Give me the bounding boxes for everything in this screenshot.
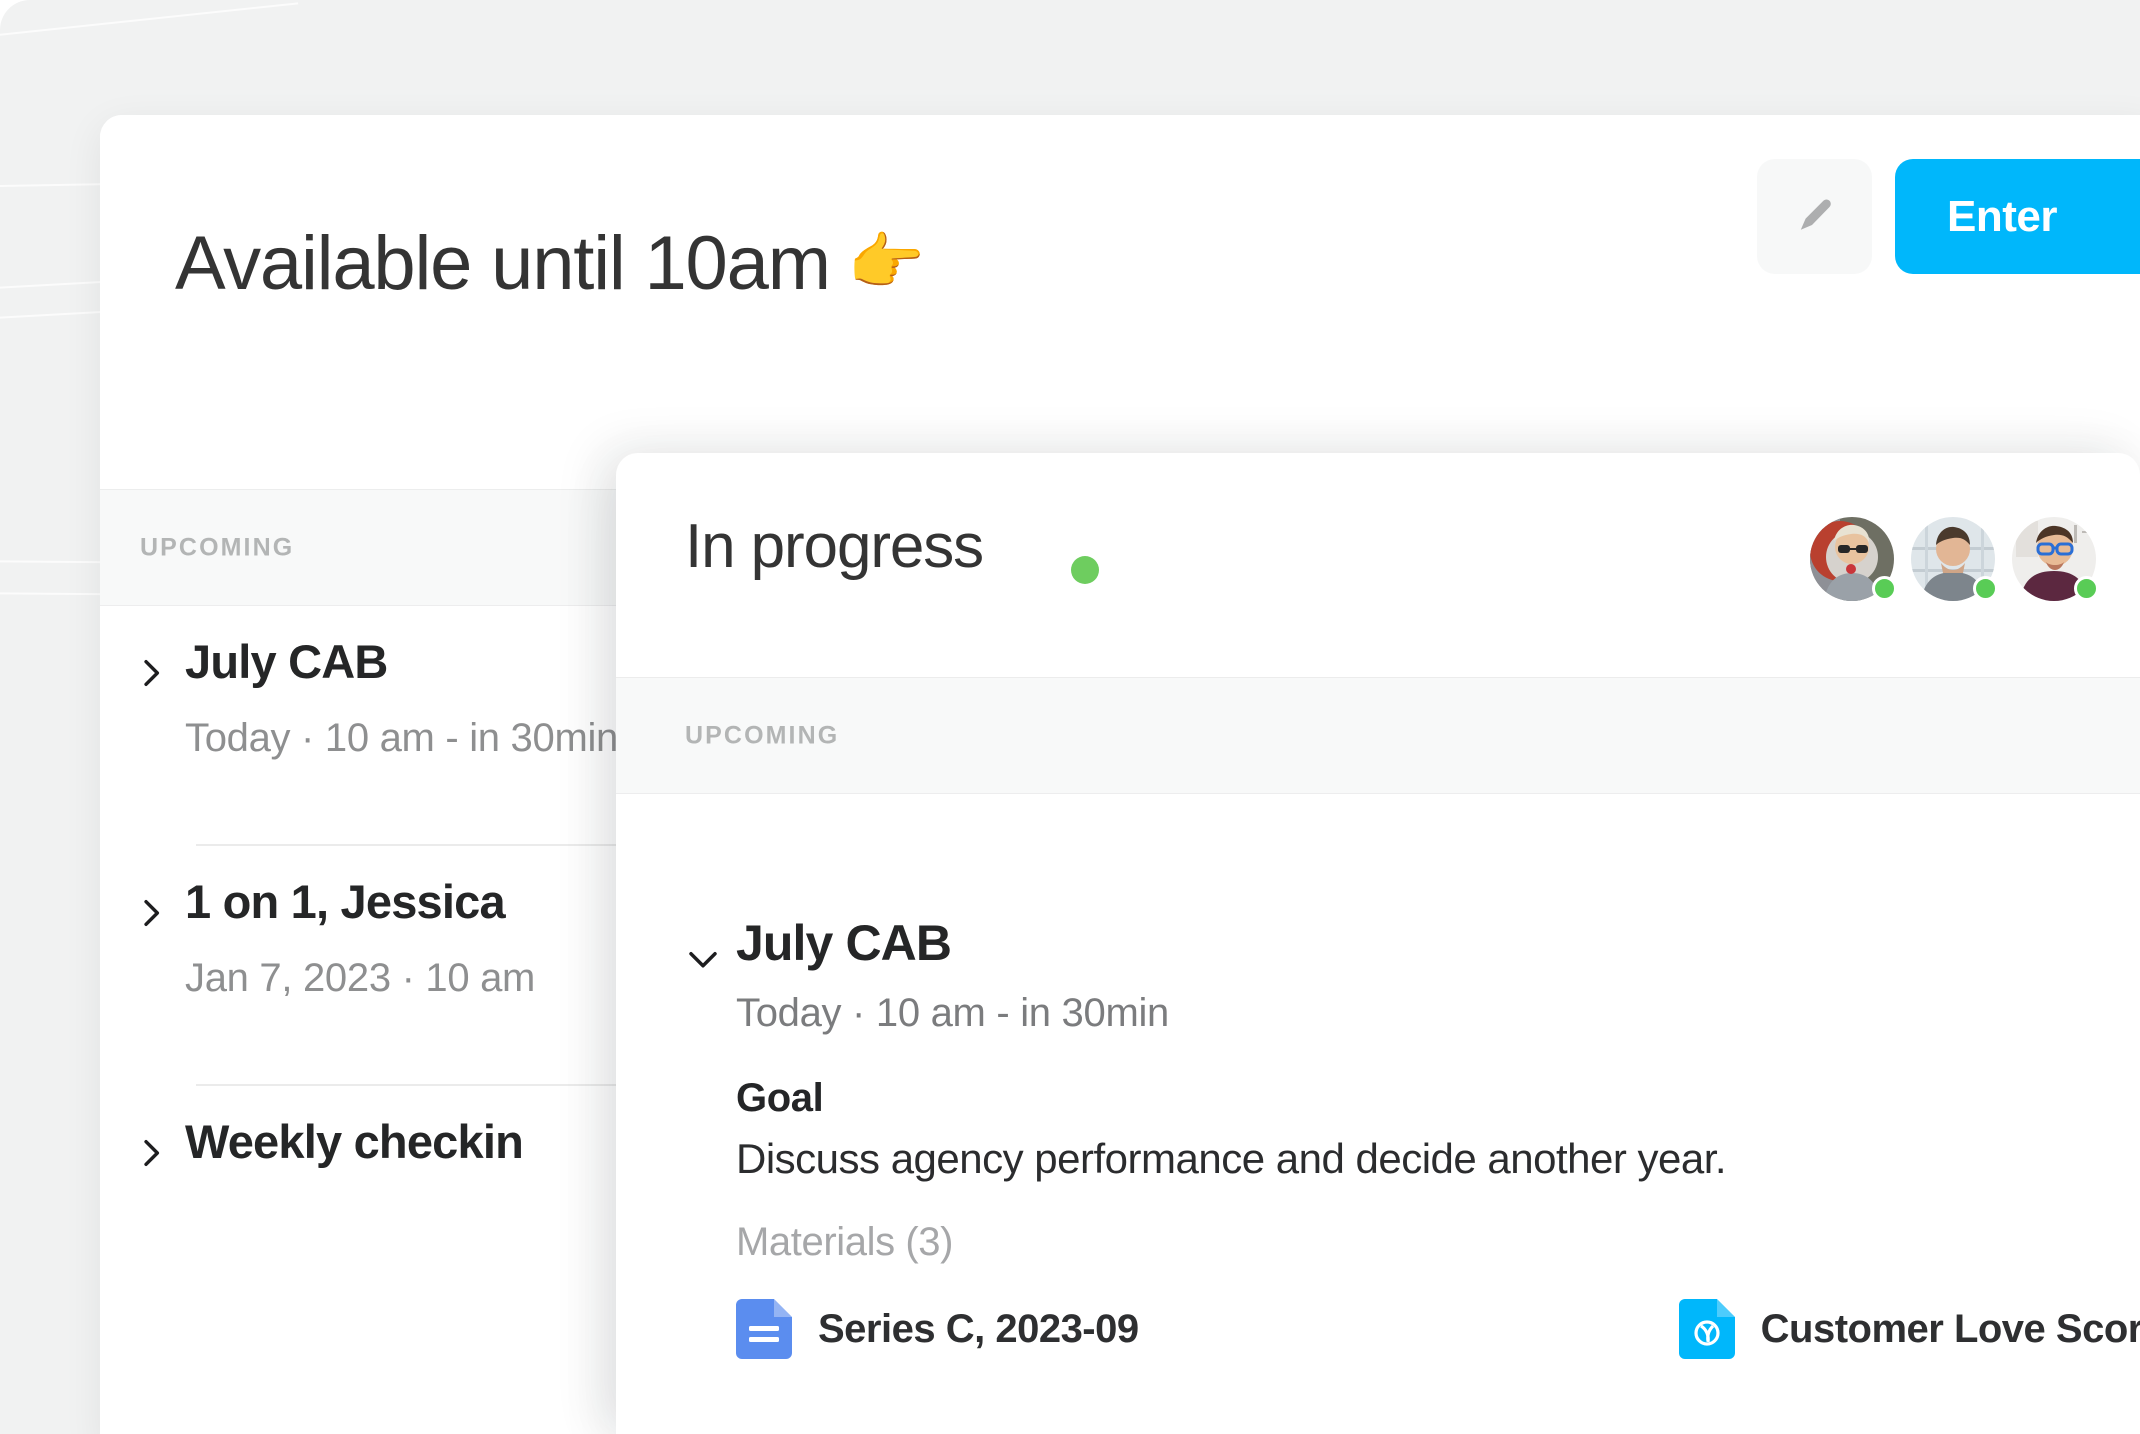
backdrop-line bbox=[0, 2, 299, 42]
materials-list: Series C, 2023-09 Customer Love Score bbox=[736, 1299, 2140, 1359]
page-title-text: Available until 10am bbox=[175, 221, 831, 306]
avatar[interactable] bbox=[1911, 517, 1998, 601]
app-shell: Available until 10am 👉 Enter UPCOMING Jul… bbox=[0, 0, 2140, 1434]
detail-card: In progress UPCOMING July CAB Today · 10… bbox=[616, 453, 2140, 1434]
list-item-subtitle: Today · 10 am - in 30min bbox=[185, 716, 618, 760]
detail-card-title: In progress bbox=[685, 512, 984, 581]
material-item[interactable]: Series C, 2023-09 bbox=[736, 1299, 1139, 1359]
participant-avatars bbox=[1810, 517, 2099, 601]
material-name: Series C, 2023-09 bbox=[818, 1306, 1139, 1351]
presence-dot bbox=[1872, 576, 1897, 601]
materials-label: Materials (3) bbox=[736, 1220, 954, 1264]
list-item-title: July CAB bbox=[185, 635, 388, 688]
section-label: UPCOMING bbox=[685, 721, 840, 749]
chevron-right-icon[interactable] bbox=[134, 1136, 168, 1170]
edit-button[interactable] bbox=[1757, 159, 1872, 274]
material-item[interactable]: Customer Love Score bbox=[1678, 1299, 2140, 1359]
section-label: UPCOMING bbox=[140, 533, 295, 561]
status-dot bbox=[1071, 556, 1099, 584]
list-item-title: Weekly checkin bbox=[185, 1115, 524, 1168]
enter-button[interactable]: Enter bbox=[1895, 159, 2140, 274]
pencil-icon bbox=[1800, 199, 1831, 230]
google-docs-icon bbox=[736, 1299, 792, 1359]
goal-text: Discuss agency performance and decide an… bbox=[736, 1135, 1727, 1182]
link-globe-icon bbox=[1678, 1299, 1735, 1359]
avatar[interactable] bbox=[1810, 517, 1897, 601]
presence-dot bbox=[1973, 576, 1998, 601]
page-title: Available until 10am 👉 bbox=[175, 220, 925, 307]
chevron-down-icon[interactable] bbox=[685, 941, 721, 977]
detail-card-header: In progress bbox=[616, 453, 2140, 678]
list-item-subtitle: Jan 7, 2023 · 10 am bbox=[185, 956, 536, 1000]
avatar[interactable] bbox=[2012, 517, 2099, 601]
window-header: Available until 10am 👉 Enter bbox=[100, 115, 2140, 490]
presence-dot bbox=[2074, 576, 2099, 601]
meeting-time: Today · 10 am - in 30min bbox=[736, 991, 1169, 1035]
meeting-title: July CAB bbox=[736, 915, 952, 971]
list-item-title: 1 on 1, Jessica bbox=[185, 875, 506, 928]
chevron-right-icon[interactable] bbox=[134, 896, 168, 930]
section-header-upcoming: UPCOMING bbox=[616, 678, 2140, 794]
chevron-right-icon[interactable] bbox=[134, 656, 168, 690]
pointing-right-emoji: 👉 bbox=[847, 228, 925, 297]
material-name: Customer Love Score bbox=[1760, 1306, 2140, 1351]
goal-label: Goal bbox=[736, 1076, 824, 1120]
